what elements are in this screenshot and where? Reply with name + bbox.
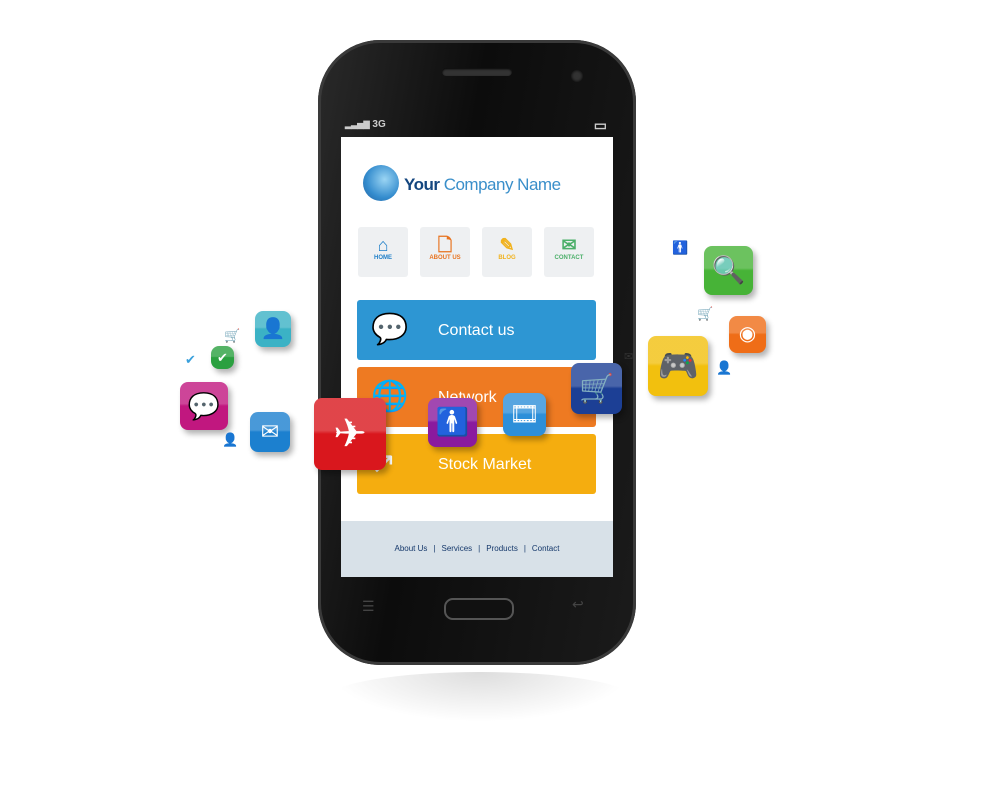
company-name: Your Company Name xyxy=(404,175,561,195)
brand-bold: Your xyxy=(404,175,440,194)
signal-icon: ▂▃▅▇ xyxy=(345,120,370,129)
house-icon: ⌂ xyxy=(377,235,389,255)
nav-label: CONTACT xyxy=(554,255,584,261)
check-icon[interactable]: ✔ xyxy=(211,346,234,369)
contact-card-icon[interactable]: 👤 xyxy=(255,311,291,347)
panel-contact-us[interactable]: 💬 Contact us xyxy=(357,300,596,360)
network-type: 3G xyxy=(372,119,386,130)
user-gray-icon: 👤 xyxy=(716,360,733,375)
footer-link[interactable]: Services xyxy=(441,544,472,553)
footer-separator: | xyxy=(433,544,436,553)
gamepad-icon[interactable]: 🎮 xyxy=(648,336,708,396)
shopping-cart-icon[interactable]: 🛒 xyxy=(571,363,622,414)
cart-small-icon: 🛒 xyxy=(697,306,714,321)
phone-reflection xyxy=(330,672,630,722)
footer-link[interactable]: Contact xyxy=(532,544,560,553)
document-icon: 🗋 xyxy=(437,235,453,255)
nav-contact[interactable]: ✉ CONTACT xyxy=(544,227,594,277)
battery-icon: ▭ xyxy=(593,117,607,133)
notepad-pencil-icon: ✎ xyxy=(499,235,515,255)
footer: About Us | Services | Products | Contact xyxy=(341,521,613,577)
envelope-small-icon: ✉ xyxy=(624,351,634,363)
rss-icon[interactable]: ◉ xyxy=(729,316,766,353)
nav-label: BLOG xyxy=(498,255,516,261)
footer-separator: | xyxy=(523,544,526,553)
nav-blog[interactable]: ✎ BLOG xyxy=(482,227,532,277)
footer-link[interactable]: Products xyxy=(486,544,518,553)
phone-screen: Your Company Name ⌂ HOME 🗋 ABOUT US ✎ BLOG ✉ CO… xyxy=(341,137,613,577)
mail-icon[interactable]: ✉ xyxy=(250,412,290,452)
cart-gray-icon: 🛒 xyxy=(224,328,241,343)
speaker-grille xyxy=(442,68,512,76)
nav-about-us[interactable]: 🗋 ABOUT US xyxy=(420,227,470,277)
user-small-icon: 👤 xyxy=(222,432,239,447)
airplane-icon[interactable]: ✈ xyxy=(314,398,386,470)
chat-icon[interactable]: 💬 xyxy=(180,382,228,430)
nav-label: ABOUT US xyxy=(429,255,461,261)
panel-stock-market[interactable]: ↗Stock Market xyxy=(357,434,596,494)
search-icon[interactable]: 🔍 xyxy=(704,246,753,295)
front-camera xyxy=(571,70,583,82)
footer-link[interactable]: About Us xyxy=(395,544,428,553)
phone-mail-icon: ✉ xyxy=(561,235,577,255)
speech-bubbles-icon: 💬 xyxy=(371,313,409,346)
footer-separator: | xyxy=(478,544,481,553)
panel-label: Contact us xyxy=(438,322,515,339)
brand-rest: Company Name xyxy=(443,175,561,194)
person-small-icon: 🚹 xyxy=(672,240,689,255)
status-bar: ▂▃▅▇ 3G ▭ xyxy=(341,117,613,137)
back-icon[interactable]: ↩ xyxy=(572,596,584,613)
nav-label: HOME xyxy=(374,255,392,261)
menu-icon[interactable]: ☰ xyxy=(362,598,375,615)
nav-home[interactable]: ⌂ HOME xyxy=(358,227,408,277)
globe-logo-icon xyxy=(363,165,399,201)
film-icon[interactable]: 🎞 xyxy=(503,393,546,436)
home-button[interactable] xyxy=(444,598,514,620)
person-icon[interactable]: 🚹 xyxy=(428,398,477,447)
check-small-icon: ✔ xyxy=(185,352,196,367)
panel-label: Stock Market xyxy=(438,456,532,473)
